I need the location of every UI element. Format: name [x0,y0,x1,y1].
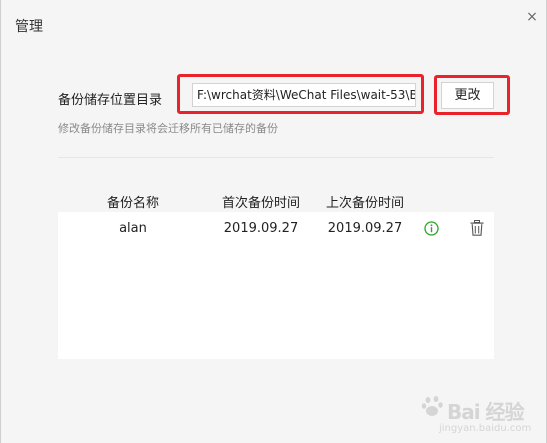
storage-path-label: 备份储存位置目录 [58,93,163,108]
backup-name: alan [119,221,147,236]
backup-table: alan 2019.09.27 2019.09.27 [58,212,494,359]
dialog-title: 管理 [15,19,43,35]
trash-icon[interactable] [470,220,484,236]
path-highlight-box [177,74,424,114]
paw-logo-icon [421,396,443,416]
backup-table-header: 备份名称 首次备份时间 上次备份时间 [58,192,494,212]
column-header-first-backup: 首次备份时间 [221,196,300,211]
info-icon[interactable] [424,221,439,236]
column-header-last-backup: 上次备份时间 [325,196,404,211]
button-highlight-box [434,75,510,115]
close-button[interactable]: × [523,8,541,26]
watermark-url: jingyan.baidu.com [439,423,532,434]
first-backup-time: 2019.09.27 [223,221,299,236]
column-header-name: 备份名称 [106,196,159,211]
watermark-logo-text: Bai 经验 [447,400,525,424]
storage-hint: 修改备份储存目录将会迁移所有已储存的备份 [58,122,278,135]
manage-dialog: 管理 × 备份储存位置目录 F:\wrchat资料\WeChat Files\w… [0,0,547,443]
section-divider [58,157,494,158]
last-backup-time: 2019.09.27 [327,221,403,236]
baidu-jingyan-watermark: Bai 经验 jingyan.baidu.com [421,384,546,439]
table-row[interactable]: alan 2019.09.27 2019.09.27 [58,212,494,246]
